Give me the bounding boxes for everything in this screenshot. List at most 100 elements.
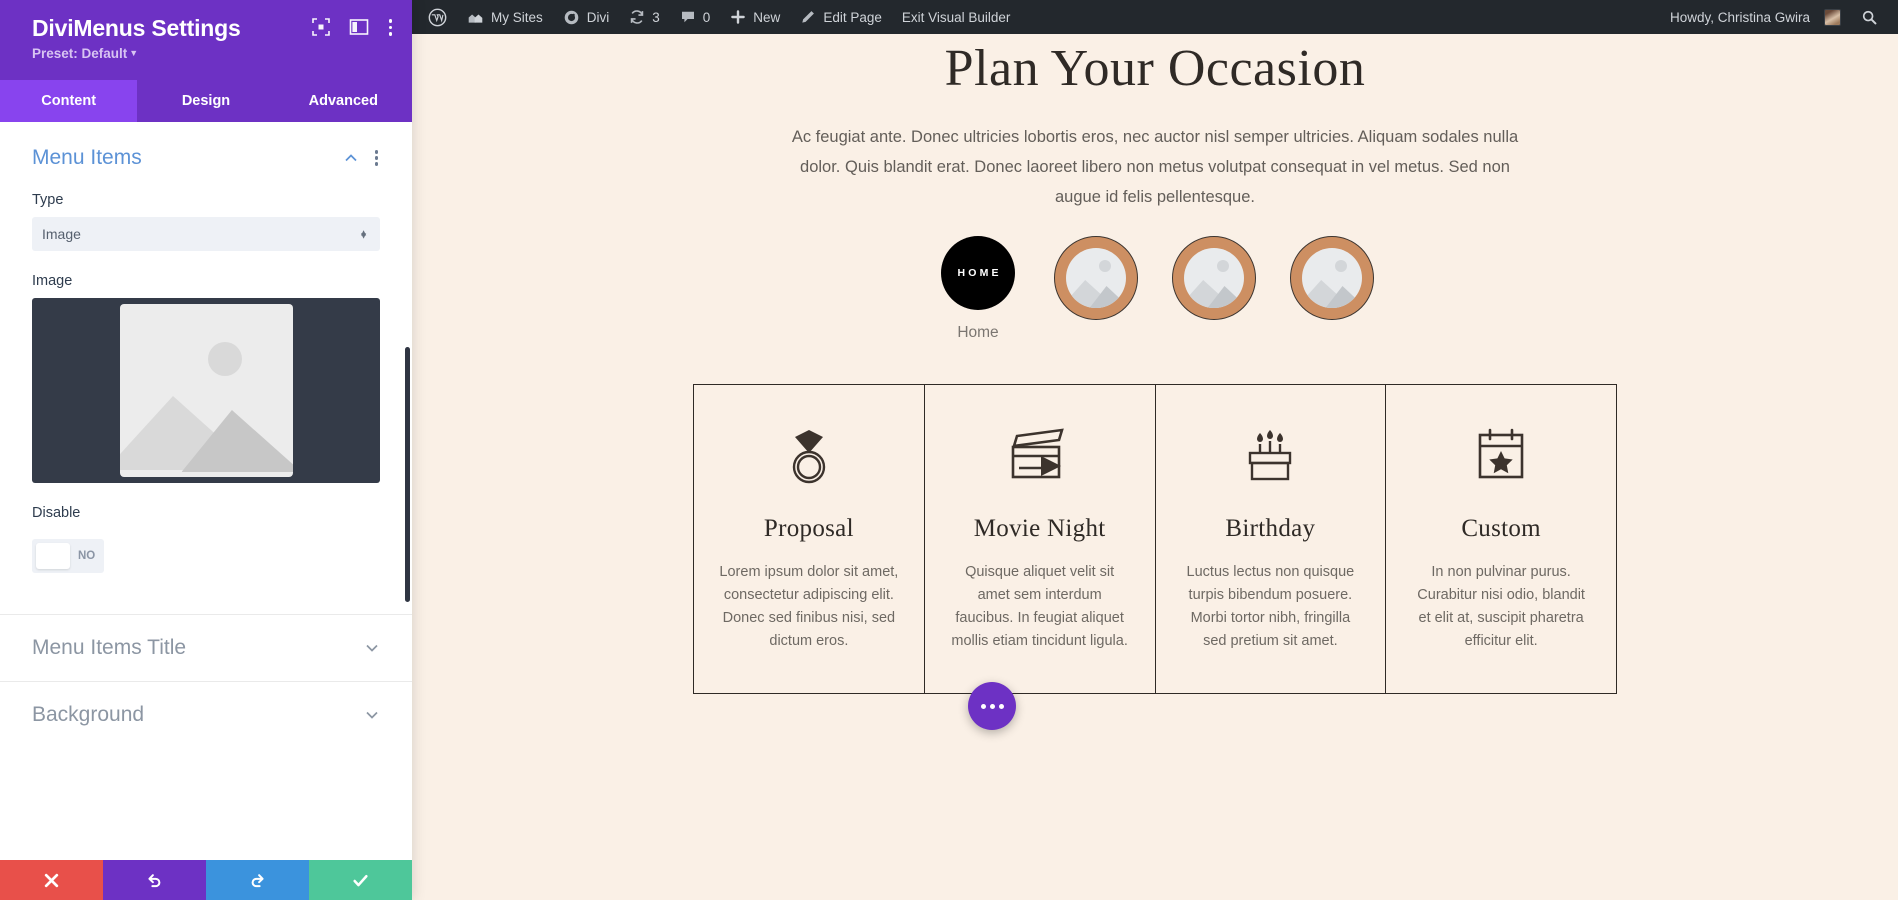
- panel-scrollbar[interactable]: [405, 347, 410, 602]
- page-content: Plan Your Occasion Ac feugiat ante. Done…: [412, 34, 1898, 694]
- card-title: Birthday: [1225, 515, 1316, 542]
- redo-icon: [251, 873, 264, 887]
- settings-panel-header: DiviMenus Settings Preset: Default ▼: [0, 0, 412, 80]
- layout-columns-icon[interactable]: [349, 17, 369, 37]
- updates-icon: [631, 10, 644, 24]
- undo-icon: [148, 873, 161, 887]
- divi-icon: [564, 10, 579, 24]
- field-disable: Disable NO: [32, 505, 380, 574]
- page-canvas: Plan Your Occasion Ac feugiat ante. Done…: [412, 34, 1898, 900]
- card-text: Quisque aliquet velit sit amet sem inter…: [951, 564, 1128, 649]
- clapperboard-icon: [949, 423, 1131, 489]
- page-lead-paragraph: Ac feugiat ante. Donec ultricies loborti…: [791, 128, 1519, 206]
- undo-button[interactable]: [103, 860, 206, 900]
- image-placeholder-icon: [1066, 248, 1126, 308]
- chevron-up-icon[interactable]: [343, 150, 359, 166]
- select-arrows-icon: ▲ ▼: [359, 227, 368, 241]
- comment-icon: [681, 11, 694, 23]
- card-title: Movie Night: [973, 515, 1106, 542]
- menu-item-home[interactable]: HOME Home: [933, 236, 1023, 342]
- section-title: Menu Items Title: [32, 636, 187, 659]
- preset-selector[interactable]: Preset: Default ▼: [32, 46, 392, 61]
- disable-toggle[interactable]: NO: [32, 539, 104, 573]
- field-image: Image: [32, 273, 380, 483]
- my-sites-item[interactable]: My Sites: [457, 0, 553, 34]
- section-title: Background: [32, 703, 145, 726]
- type-select[interactable]: Image ▲ ▼: [32, 217, 380, 251]
- updates-count: 3: [652, 9, 660, 25]
- divimenus-menu-row: HOME Home: [412, 236, 1898, 342]
- menu-item-image-1[interactable]: [1051, 236, 1141, 320]
- card-custom: Custom In non pulvinar purus. Curabitur …: [1386, 385, 1617, 693]
- birthday-cake-icon: [1180, 423, 1362, 489]
- toggle-value: NO: [78, 550, 96, 562]
- settings-body: Menu Items Type Image ▲ ▼ Image Disable …: [0, 122, 412, 860]
- card-text: Lorem ipsum dolor sit amet, consectetur …: [719, 564, 899, 649]
- my-sites-label: My Sites: [491, 9, 543, 25]
- section-background[interactable]: Background: [0, 681, 412, 748]
- image-placeholder-icon: [1302, 248, 1362, 308]
- section-menu-items-title[interactable]: Menu Items Title: [0, 614, 412, 681]
- menu-item-circle: HOME: [941, 236, 1015, 310]
- chevron-down-icon: ▼: [129, 48, 139, 58]
- app-root: DiviMenus Settings Preset: Default ▼ Cont…: [0, 0, 1898, 900]
- card-proposal: Proposal Lorem ipsum dolor sit amet, con…: [694, 385, 925, 693]
- section-menu-items-header[interactable]: Menu Items: [32, 146, 380, 170]
- save-button[interactable]: [309, 860, 412, 900]
- tab-design[interactable]: Design: [137, 80, 274, 122]
- pencil-icon: [802, 11, 815, 23]
- edit-page-label: Edit Page: [823, 9, 882, 25]
- exit-visual-builder-item[interactable]: Exit Visual Builder: [892, 0, 1021, 34]
- edit-page-item[interactable]: Edit Page: [790, 0, 892, 34]
- divi-item[interactable]: Divi: [553, 0, 620, 34]
- more-vertical-icon[interactable]: [373, 148, 381, 168]
- chevron-down-icon[interactable]: [364, 707, 380, 723]
- updates-item[interactable]: 3: [619, 0, 670, 34]
- card-text: Luctus lectus non quisque turpis bibendu…: [1186, 564, 1355, 649]
- settings-footer: [0, 860, 412, 900]
- section-actions: [343, 148, 381, 168]
- wp-logo-item[interactable]: [418, 0, 457, 34]
- image-placeholder-icon: [119, 304, 293, 477]
- blurb-cards-row: Proposal Lorem ipsum dolor sit amet, con…: [693, 384, 1617, 694]
- field-type-label: Type: [32, 192, 64, 208]
- search-item[interactable]: [1851, 0, 1888, 34]
- wordpress-logo-icon: [428, 8, 447, 26]
- visual-builder-fab[interactable]: [968, 682, 1016, 730]
- howdy-item[interactable]: Howdy, Christina Gwira: [1660, 0, 1851, 34]
- comments-item[interactable]: 0: [670, 0, 721, 34]
- menu-item-image-3[interactable]: [1287, 236, 1377, 320]
- comments-count: 0: [702, 9, 711, 25]
- image-placeholder-icon: [1184, 248, 1244, 308]
- sites-icon: [468, 14, 483, 23]
- tab-content[interactable]: Content: [0, 80, 138, 122]
- preset-label: Preset: Default: [32, 46, 128, 61]
- dot: [980, 703, 986, 709]
- ring-icon: [718, 423, 900, 489]
- field-type: Type Image ▲ ▼: [32, 192, 380, 251]
- wordpress-admin-bar: My Sites Divi 3 0 New Edit Page Exit Vis…: [412, 0, 1898, 34]
- close-icon: [44, 873, 59, 887]
- divi-label: Divi: [586, 9, 610, 25]
- dot: [989, 703, 995, 709]
- discard-button[interactable]: [0, 860, 103, 900]
- new-item[interactable]: New: [720, 0, 790, 34]
- panel-header-actions: [311, 17, 395, 38]
- image-upload-preview[interactable]: [32, 298, 380, 483]
- more-vertical-icon[interactable]: [387, 17, 395, 38]
- redo-button[interactable]: [206, 860, 309, 900]
- section-menu-items: Menu Items Type Image ▲ ▼ Image Disable …: [0, 122, 412, 574]
- tab-advanced[interactable]: Advanced: [275, 80, 412, 122]
- page-title: Plan Your Occasion: [944, 40, 1366, 97]
- settings-tabs: Content Design Advanced: [0, 80, 412, 122]
- focus-icon[interactable]: [311, 17, 331, 37]
- search-icon: [1862, 10, 1877, 24]
- chevron-down-icon[interactable]: [364, 640, 380, 656]
- card-movie-night: Movie Night Quisque aliquet velit sit am…: [925, 385, 1156, 693]
- dot: [998, 703, 1004, 709]
- menu-item-image-2[interactable]: [1169, 236, 1259, 320]
- page-stage: My Sites Divi 3 0 New Edit Page Exit Vis…: [412, 0, 1898, 900]
- divimenus-settings-panel: DiviMenus Settings Preset: Default ▼ Cont…: [0, 0, 412, 900]
- menu-item-circle: [1290, 236, 1374, 320]
- section-title: Menu Items: [32, 146, 142, 169]
